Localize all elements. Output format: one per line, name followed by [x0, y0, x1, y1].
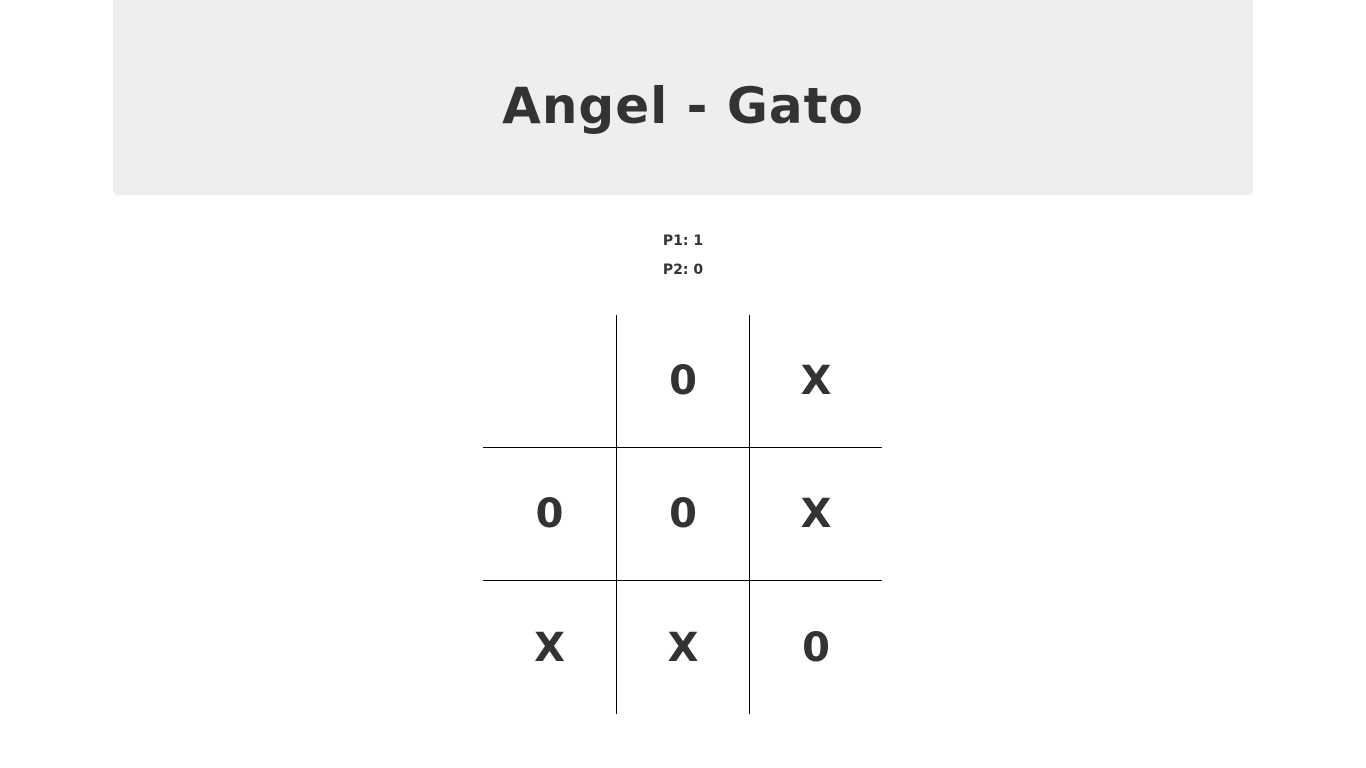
board-cell-1[interactable]: 0 — [616, 315, 749, 448]
board-cell-8[interactable]: 0 — [749, 581, 882, 714]
header-banner: Angel - Gato — [113, 0, 1253, 195]
scoreboard: P1: 1 P2: 0 — [583, 228, 783, 286]
board-cell-4[interactable]: 0 — [616, 448, 749, 581]
board-cell-6[interactable]: X — [483, 581, 616, 714]
board-cell-7[interactable]: X — [616, 581, 749, 714]
player-2-score: P2: 0 — [662, 262, 704, 278]
board-cell-0[interactable] — [483, 315, 616, 448]
player-1-score: P1: 1 — [662, 233, 704, 249]
board-cell-3[interactable]: 0 — [483, 448, 616, 581]
board-cell-2[interactable]: X — [749, 315, 882, 448]
game-board: 0 X 0 0 X X X 0 — [483, 315, 882, 714]
board-cell-5[interactable]: X — [749, 448, 882, 581]
page-title: Angel - Gato — [502, 76, 864, 135]
